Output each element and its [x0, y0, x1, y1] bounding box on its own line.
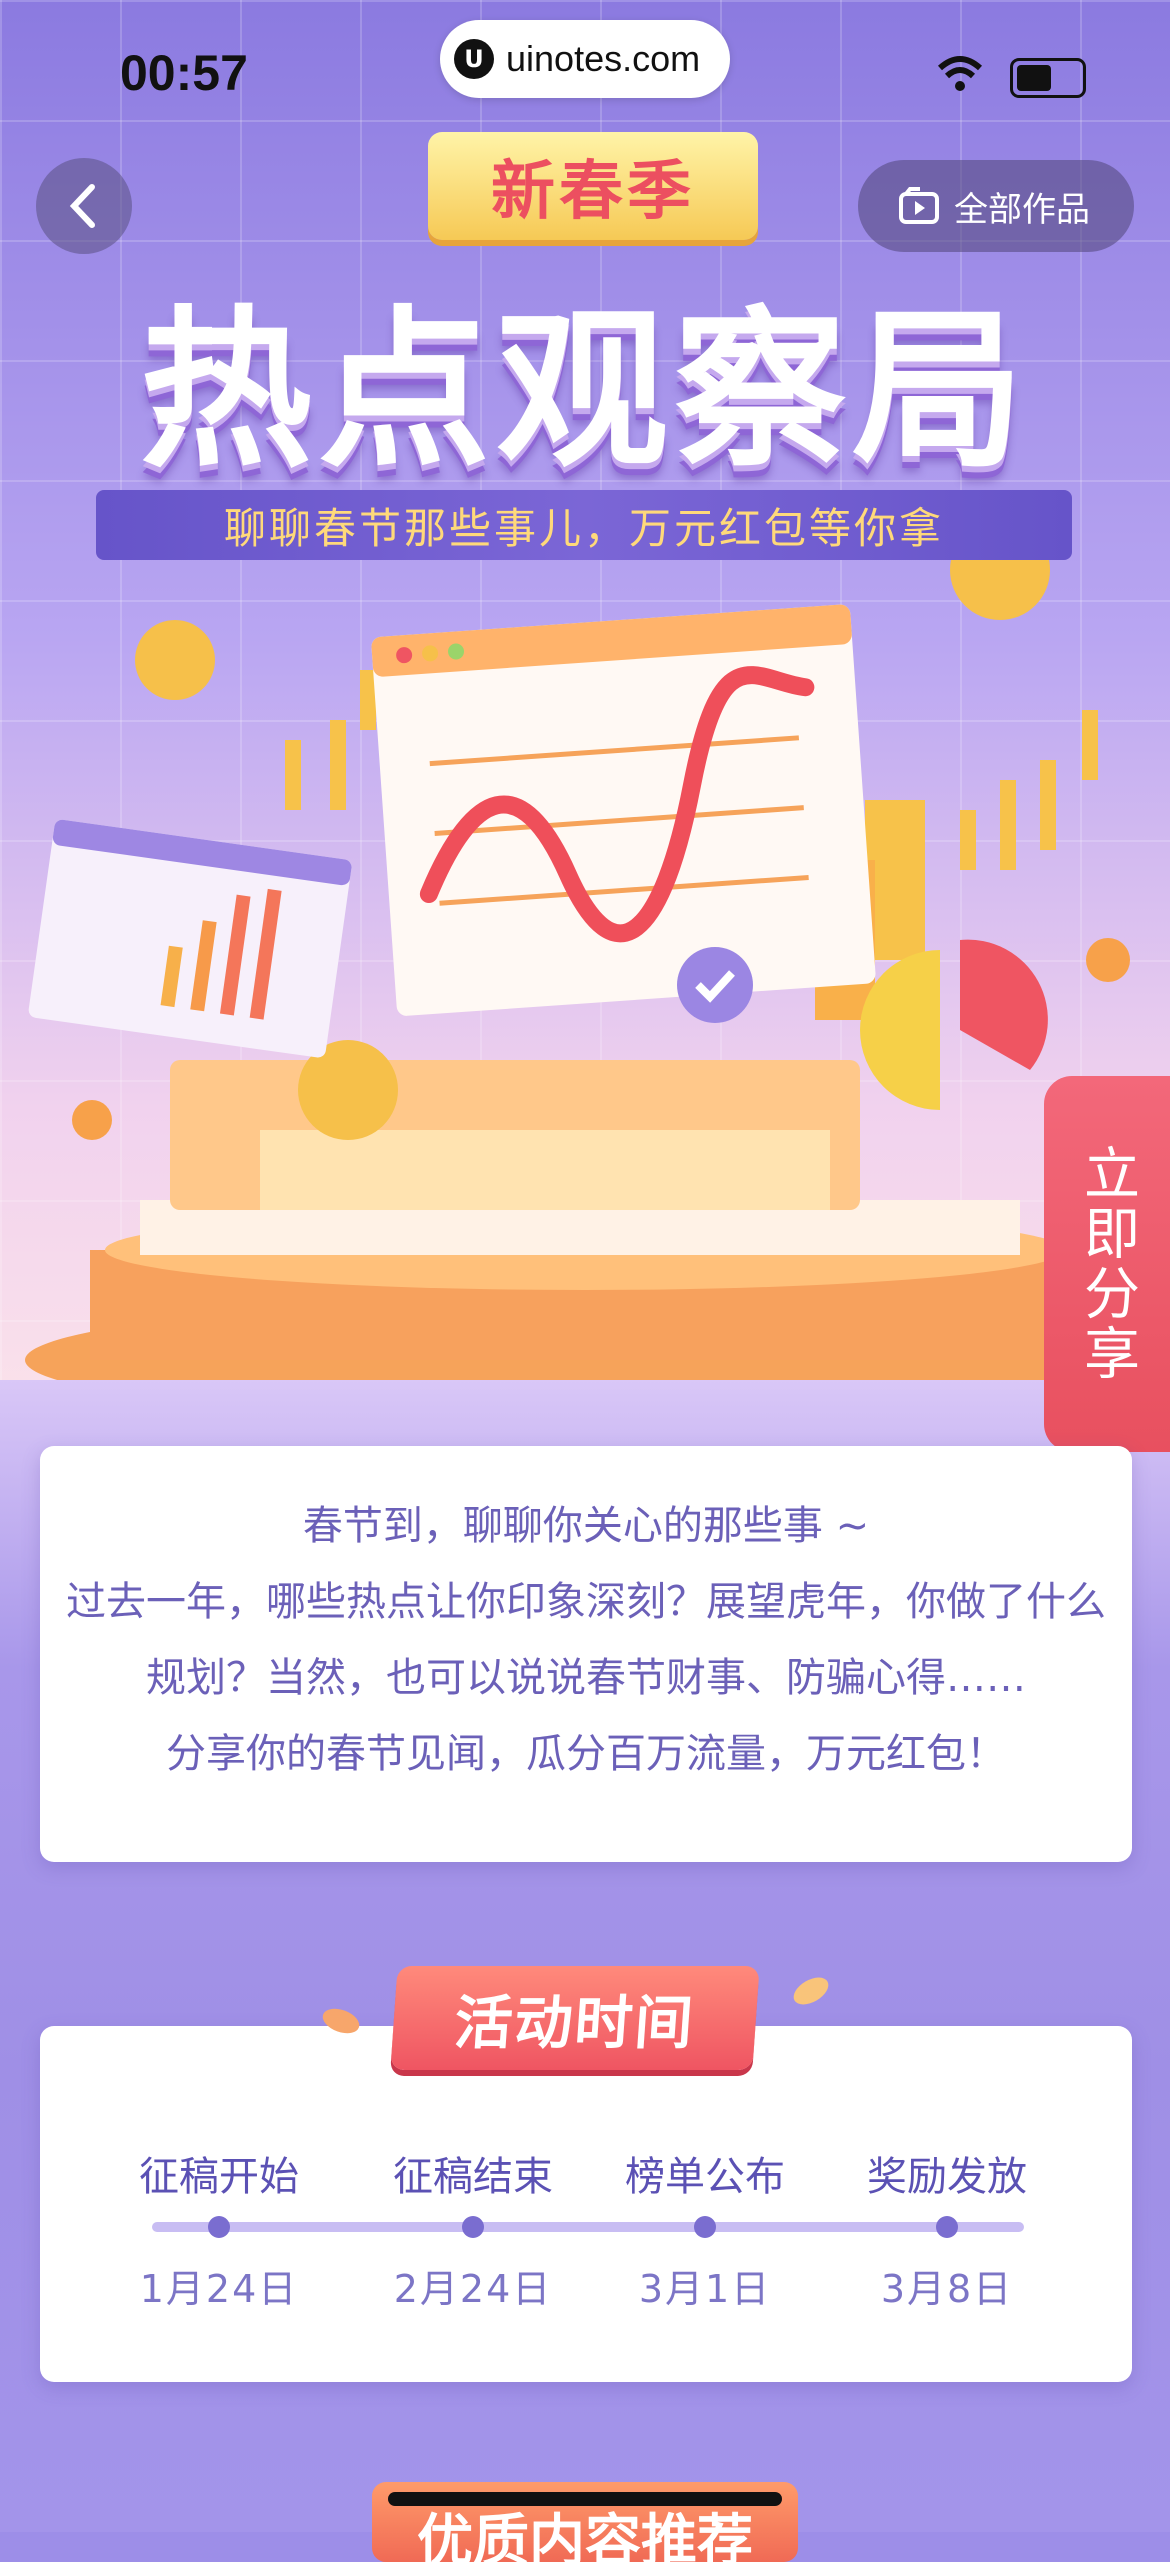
step-title: 征稿开始 [139, 2154, 299, 2200]
chevron-left-icon [69, 184, 95, 228]
timeline-dot [936, 2216, 958, 2238]
season-tag-text: 新春季 [491, 155, 695, 229]
wifi-icon [937, 56, 983, 91]
season-tag: 新春季 [428, 132, 758, 240]
all-works-button[interactable]: 全部作品 [858, 160, 1134, 252]
schedule-card: 征稿开始 征稿结束 榜单公布 奖励发放 1月24日 2月24日 3月1日 3月8… [40, 2026, 1132, 2382]
timeline-dot [208, 2216, 230, 2238]
share-now-button[interactable]: 立即分享 [1044, 1076, 1170, 1452]
step-date: 3月1日 [638, 2267, 772, 2311]
hero-banner: 00:57 U uinotes.com 全部作品 新春季 热点观察局 聊聊春节那… [0, 0, 1170, 1420]
timeline-dot [462, 2216, 484, 2238]
schedule-heading-badge: 活动时间 [390, 1966, 760, 2070]
intro-line: 分享你的春节见闻，瓜分百万流量，万元红包！ [166, 1731, 1006, 1777]
step-date: 2月24日 [393, 2267, 553, 2311]
intro-line: 规划？当然，也可以说说春节财事、防骗心得…… [146, 1655, 1026, 1701]
schedule-heading: 活动时间 [452, 1989, 698, 2057]
intro-line: 过去一年，哪些热点让你印象深刻？展望虎年，你做了什么 [66, 1579, 1106, 1625]
battery-icon [1010, 58, 1086, 98]
page-title: 热点观察局 [140, 290, 1030, 491]
step-title: 榜单公布 [625, 2154, 785, 2200]
all-works-label: 全部作品 [954, 189, 1090, 230]
status-time: 00:57 [120, 45, 248, 101]
uinotes-logo-icon: U [454, 39, 494, 79]
timeline-dot [694, 2216, 716, 2238]
share-now-label: 立即分享 [1074, 1144, 1140, 1384]
subtitle-bar: 聊聊春节那些事儿，万元红包等你拿 [96, 490, 1072, 560]
step-title: 征稿结束 [393, 2154, 553, 2200]
video-folder-icon [899, 187, 939, 224]
step-date: 1月24日 [139, 2267, 299, 2311]
timeline-track [152, 2222, 1024, 2232]
home-indicator[interactable] [388, 2492, 782, 2506]
intro-card: 春节到，聊聊你关心的那些事 ~ 过去一年，哪些热点让你印象深刻？展望虎年，你做了… [40, 1446, 1132, 1862]
url-badge: U uinotes.com [440, 20, 730, 98]
back-button[interactable] [36, 158, 132, 254]
intro-line: 春节到，聊聊你关心的那些事 ~ [302, 1503, 870, 1549]
step-title: 奖励发放 [867, 2154, 1027, 2200]
step-date: 3月8日 [880, 2267, 1014, 2311]
url-text: uinotes.com [506, 38, 701, 79]
subtitle-text: 聊聊春节那些事儿，万元红包等你拿 [223, 503, 944, 553]
